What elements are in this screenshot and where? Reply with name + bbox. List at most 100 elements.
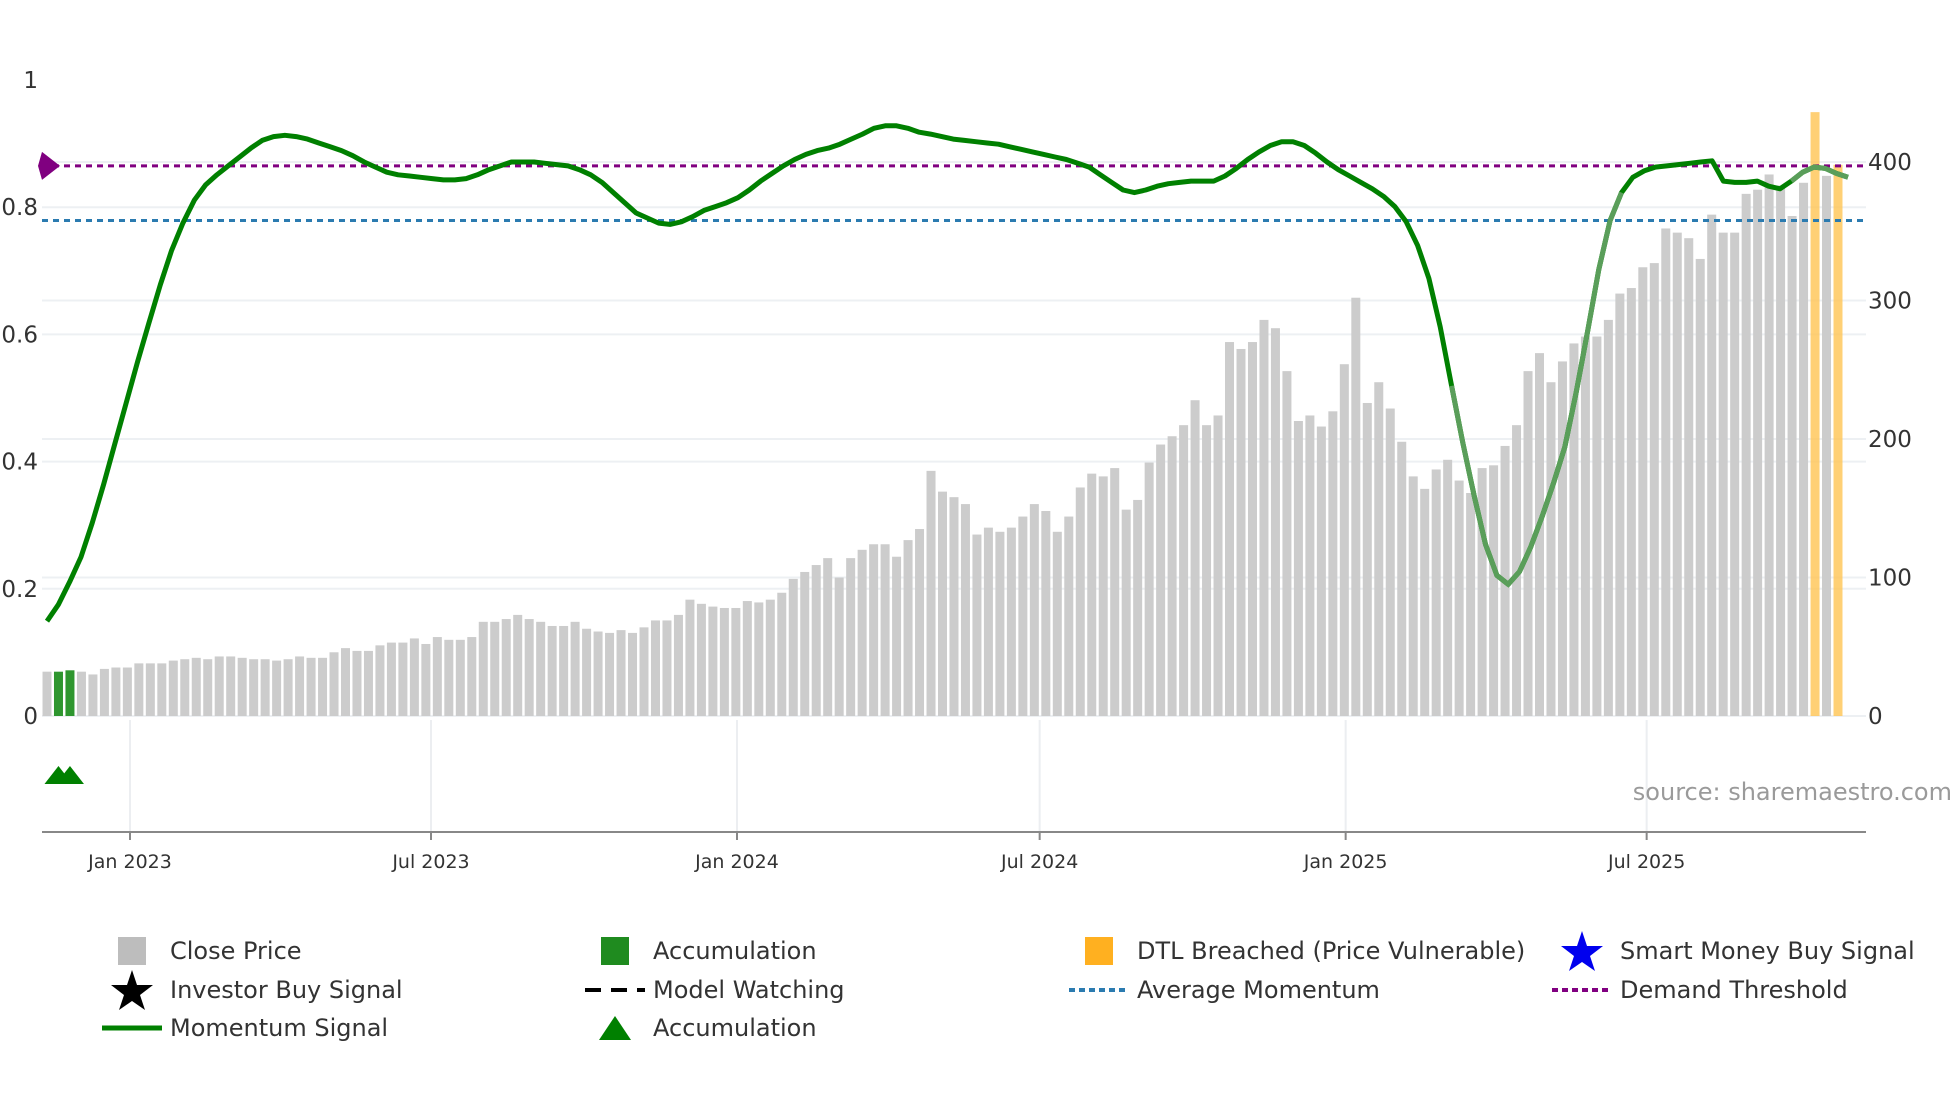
close-price-bar	[938, 491, 947, 716]
close-price-bar	[1225, 342, 1235, 716]
legend-item: DTL Breached (Price Vulnerable)	[1065, 929, 1525, 973]
close-price-bar	[995, 531, 1005, 716]
legend-label: Model Watching	[653, 976, 845, 1004]
close-price-bar	[283, 659, 293, 716]
close-price-bar	[1259, 319, 1269, 716]
close-price-bar	[134, 663, 144, 716]
close-price-bar	[903, 540, 913, 716]
x-axis-tick-label: Jan 2024	[694, 851, 779, 873]
close-price-bar	[1029, 504, 1039, 716]
close-price-bar	[237, 657, 247, 716]
legend-item: Accumulation	[581, 929, 817, 973]
close-price-bar	[926, 470, 936, 716]
close-price-bar	[834, 577, 844, 716]
close-price-bar	[455, 639, 465, 716]
close-price-bar	[352, 650, 362, 716]
close-price-bar	[593, 631, 603, 716]
close-price-bar	[1236, 348, 1246, 716]
close-price-bar	[639, 627, 649, 716]
close-price-bar	[719, 607, 729, 716]
close-price-bar	[960, 504, 970, 716]
close-price-bar	[1420, 488, 1430, 716]
legend-label: Accumulation	[653, 1014, 817, 1042]
close-price-bar	[1753, 189, 1763, 716]
close-price-bar	[329, 652, 339, 716]
close-price-bar	[846, 558, 856, 716]
close-price-bar	[1144, 462, 1154, 716]
close-price-bar	[696, 603, 706, 716]
close-price-bar	[1546, 382, 1556, 716]
close-price-bar	[490, 621, 500, 716]
close-price-bar	[122, 667, 132, 716]
close-price-bar	[547, 625, 557, 716]
close-price-bar	[1362, 402, 1372, 716]
orange-square-icon	[1065, 929, 1133, 973]
close-price-bar	[673, 614, 683, 716]
close-price-bar	[1443, 459, 1453, 716]
close-price-bar	[1489, 465, 1499, 716]
right-axis-tick-label: 0	[1868, 704, 1883, 730]
legend-label: Momentum Signal	[170, 1014, 389, 1042]
purple-dotted-line-icon	[1548, 968, 1616, 1012]
close-price-bar	[1351, 297, 1361, 716]
legend-item: Average Momentum	[1065, 968, 1380, 1012]
gray-square-icon	[98, 929, 166, 973]
close-price-bar	[1305, 415, 1315, 716]
close-price-bar	[157, 663, 167, 716]
dtl-breached-bar	[1833, 164, 1843, 716]
close-price-bar	[386, 642, 396, 716]
green-square-icon	[581, 929, 649, 973]
close-price-bar	[685, 599, 695, 716]
close-price-bar	[318, 657, 328, 716]
close-price-bar	[421, 643, 431, 716]
close-price-bar	[1385, 408, 1395, 716]
close-price-bar	[1167, 436, 1177, 716]
close-price-bar	[375, 645, 385, 716]
close-price-bar	[1799, 182, 1809, 716]
close-price-bar	[1603, 319, 1613, 716]
x-axis-tick-label: Jan 2023	[87, 851, 172, 873]
close-price-bar	[811, 565, 821, 716]
close-price-bar	[214, 656, 224, 716]
close-price-bar	[1110, 468, 1120, 716]
x-axis-tick-label: Jul 2023	[391, 851, 469, 873]
accumulation-bar	[65, 670, 75, 716]
legend-label: Average Momentum	[1137, 976, 1380, 1004]
close-price-bar	[1064, 516, 1074, 716]
left-axis-tick-label: 1	[23, 68, 38, 94]
close-price-bar	[800, 571, 810, 716]
close-price-bar	[1454, 480, 1464, 716]
close-price-bar	[869, 544, 879, 716]
close-price-bar	[111, 667, 121, 716]
close-price-bar	[708, 606, 718, 716]
close-price-bar	[1695, 258, 1705, 716]
close-price-bar	[1179, 425, 1189, 716]
right-axis-tick-label: 200	[1868, 427, 1912, 453]
close-price-bar	[1431, 469, 1441, 716]
close-price-bar	[1293, 420, 1303, 716]
close-price-bar	[915, 529, 925, 716]
close-price-bar	[1592, 336, 1602, 716]
close-price-bar	[1098, 476, 1108, 716]
close-price-bar	[616, 630, 626, 716]
close-price-bar	[1741, 193, 1751, 717]
close-price-bar	[582, 628, 592, 716]
close-price-bar	[650, 620, 660, 716]
close-price-bar	[1213, 415, 1223, 716]
green-triangle-icon	[581, 1006, 649, 1050]
right-axis-tick-label: 400	[1868, 150, 1912, 176]
close-price-bar	[1052, 531, 1062, 716]
close-price-bar	[559, 625, 569, 716]
close-price-bar	[1339, 364, 1349, 716]
x-axis-tick-label: Jul 2024	[1000, 851, 1078, 873]
legend-item: Close Price	[98, 929, 302, 973]
legend-label: Smart Money Buy Signal	[1620, 937, 1915, 965]
x-axis-tick-label: Jan 2025	[1303, 851, 1388, 873]
close-price-bar	[1247, 342, 1257, 716]
close-price-bar	[1672, 232, 1682, 716]
close-price-bar	[1075, 487, 1085, 716]
close-price-bar	[1466, 493, 1476, 716]
close-price-bar	[777, 592, 787, 716]
close-price-bar	[1707, 214, 1717, 716]
close-price-bar	[742, 601, 752, 716]
